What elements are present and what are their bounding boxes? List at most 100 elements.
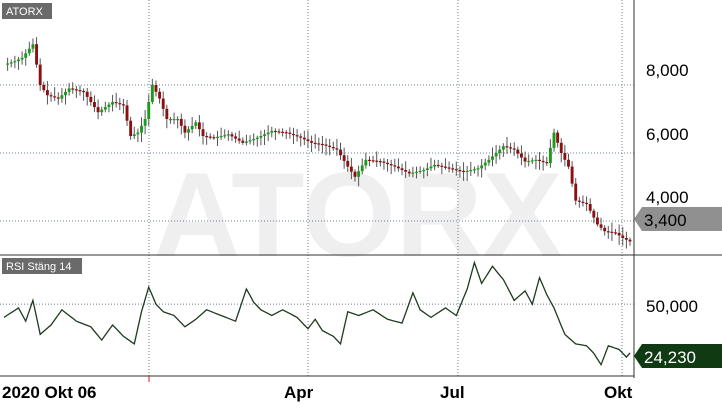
candle-body	[393, 165, 397, 167]
candle-body	[82, 90, 86, 93]
rsi-last-value-label: 24,230	[644, 348, 696, 367]
candle-body	[494, 153, 498, 157]
candle-body	[281, 131, 285, 133]
candle-body	[404, 170, 408, 172]
candle-body	[223, 135, 227, 137]
candle-body	[143, 119, 147, 126]
candle-body	[150, 85, 154, 102]
candle-body	[161, 98, 165, 109]
candle-body	[541, 160, 545, 163]
candle-body	[154, 85, 158, 92]
candle-body	[545, 162, 549, 164]
candle-body	[628, 239, 632, 242]
candle-body	[360, 165, 364, 172]
candle-body	[357, 171, 361, 177]
candle-body	[17, 59, 20, 62]
candle-body	[425, 168, 429, 170]
candle-body	[284, 132, 288, 134]
candle-body	[13, 61, 17, 63]
price-tick-label: 4,000	[646, 188, 689, 207]
candle-body	[396, 166, 400, 169]
candle-body	[121, 104, 125, 106]
candle-body	[447, 167, 451, 169]
candle-body	[585, 202, 589, 205]
candle-body	[85, 91, 89, 97]
candle-body	[483, 162, 487, 166]
candle-body	[259, 136, 263, 138]
candle-body	[469, 170, 473, 172]
candle-body	[577, 200, 581, 202]
candle-body	[331, 147, 335, 149]
candle-body	[56, 97, 60, 99]
candle-body	[320, 143, 324, 146]
candle-body	[89, 96, 93, 102]
candle-body	[324, 144, 328, 146]
candle-body	[418, 170, 422, 173]
candle-body	[67, 88, 71, 92]
candle-body	[24, 53, 28, 58]
candle-body	[498, 149, 502, 153]
candle-body	[368, 159, 371, 161]
candle-body	[255, 137, 259, 139]
candle-body	[42, 85, 46, 91]
candle-body	[559, 142, 563, 153]
candle-body	[349, 166, 353, 172]
candle-body	[201, 129, 205, 136]
candle-body	[107, 104, 111, 108]
candle-body	[96, 107, 100, 113]
candle-body	[400, 168, 404, 170]
candle-body	[472, 169, 476, 171]
candle-body	[248, 140, 252, 142]
candle-body	[9, 62, 13, 64]
candle-body	[208, 136, 212, 138]
candle-body	[165, 108, 169, 119]
candle-body	[270, 130, 274, 133]
candle-body	[436, 164, 440, 167]
candle-body	[187, 129, 190, 133]
candle-body	[277, 131, 281, 133]
candle-body	[415, 171, 418, 173]
candle-body	[519, 153, 523, 158]
candle-body	[252, 138, 256, 141]
candle-body	[194, 122, 198, 126]
candle-body	[78, 90, 82, 92]
candle-body	[386, 162, 390, 165]
candle-body	[411, 172, 415, 174]
candle-body	[38, 64, 42, 85]
candle-body	[230, 134, 234, 137]
candle-body	[103, 107, 107, 110]
candle-body	[140, 125, 143, 133]
candle-body	[136, 132, 140, 135]
candle-body	[614, 232, 617, 234]
candle-body	[342, 155, 346, 161]
candle-body	[129, 120, 133, 136]
candle-body	[382, 161, 386, 163]
x-tick-label: 2020 Okt 06	[2, 383, 97, 402]
candle-body	[491, 156, 494, 160]
candle-body	[487, 159, 491, 163]
candle-body	[263, 134, 266, 136]
candle-body	[422, 170, 426, 172]
candle-body	[371, 160, 375, 162]
candle-body	[624, 238, 628, 240]
candle-body	[567, 159, 570, 167]
candle-body	[339, 149, 342, 156]
candle-body	[509, 147, 513, 149]
candle-body	[563, 153, 567, 160]
candle-body	[53, 96, 57, 98]
candle-body	[295, 135, 299, 137]
candle-body	[407, 171, 411, 174]
price-tick-label: 6,000	[646, 125, 689, 144]
candle-body	[592, 210, 596, 218]
candle-body	[617, 232, 621, 236]
candle-body	[172, 119, 176, 121]
candle-body	[378, 161, 382, 163]
candle-body	[273, 130, 277, 133]
candle-body	[444, 166, 447, 168]
candle-body	[197, 122, 201, 130]
candle-body	[480, 165, 484, 169]
candle-body	[530, 160, 534, 162]
candle-body	[610, 231, 614, 233]
candle-body	[27, 48, 31, 54]
candle-body	[266, 132, 270, 135]
